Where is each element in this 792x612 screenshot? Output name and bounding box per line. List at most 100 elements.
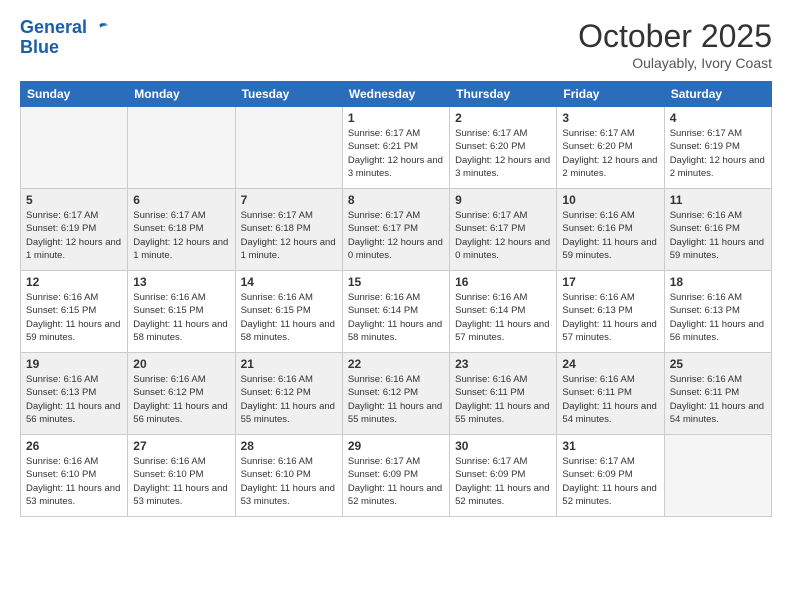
- day-info: Sunrise: 6:17 AM Sunset: 6:21 PM Dayligh…: [348, 127, 444, 180]
- location: Oulayably, Ivory Coast: [578, 55, 772, 71]
- calendar-cell: 28 Sunrise: 6:16 AM Sunset: 6:10 PM Dayli…: [235, 435, 342, 517]
- calendar-cell: 2 Sunrise: 6:17 AM Sunset: 6:20 PM Daylig…: [450, 107, 557, 189]
- calendar-week-row: 1Sunrise: 6:17 AM Sunset: 6:21 PM Daylig…: [21, 107, 772, 189]
- day-info: Sunrise: 6:16 AM Sunset: 6:14 PM Dayligh…: [455, 291, 551, 344]
- day-number: 19: [26, 357, 122, 371]
- day-number: 13: [133, 275, 229, 289]
- day-number: 26: [26, 439, 122, 453]
- page: General Blue October 2025 Oulayably, Ivo…: [0, 0, 792, 612]
- day-number: 22: [348, 357, 444, 371]
- day-number: 28: [241, 439, 337, 453]
- calendar-week-row: 26 Sunrise: 6:16 AM Sunset: 6:10 PM Dayli…: [21, 435, 772, 517]
- calendar-table: Sunday Monday Tuesday Wednesday Thursday…: [20, 81, 772, 517]
- calendar-cell: [128, 107, 235, 189]
- day-number: 3: [562, 111, 658, 125]
- calendar-header-row: Sunday Monday Tuesday Wednesday Thursday…: [21, 82, 772, 107]
- day-info: Sunrise: 6:17 AM Sunset: 6:17 PM Dayligh…: [455, 209, 551, 262]
- day-info: Sunrise: 6:17 AM Sunset: 6:18 PM Dayligh…: [241, 209, 337, 262]
- calendar-cell: [664, 435, 771, 517]
- calendar-cell: 21 Sunrise: 6:16 AM Sunset: 6:12 PM Dayli…: [235, 353, 342, 435]
- day-number: 14: [241, 275, 337, 289]
- day-info: Sunrise: 6:17 AM Sunset: 6:18 PM Dayligh…: [133, 209, 229, 262]
- calendar-cell: 30 Sunrise: 6:17 AM Sunset: 6:09 PM Dayli…: [450, 435, 557, 517]
- day-number: 20: [133, 357, 229, 371]
- day-info: Sunrise: 6:16 AM Sunset: 6:10 PM Dayligh…: [241, 455, 337, 508]
- day-number: 4: [670, 111, 766, 125]
- day-info: Sunrise: 6:17 AM Sunset: 6:09 PM Dayligh…: [562, 455, 658, 508]
- calendar-cell: 4 Sunrise: 6:17 AM Sunset: 6:19 PM Daylig…: [664, 107, 771, 189]
- day-number: 11: [670, 193, 766, 207]
- calendar-cell: 3Sunrise: 6:17 AM Sunset: 6:20 PM Daylig…: [557, 107, 664, 189]
- calendar-cell: 14 Sunrise: 6:16 AM Sunset: 6:15 PM Dayli…: [235, 271, 342, 353]
- logo-bird-icon: [92, 22, 108, 34]
- calendar-cell: 6 Sunrise: 6:17 AM Sunset: 6:18 PM Daylig…: [128, 189, 235, 271]
- calendar-week-row: 5 Sunrise: 6:17 AM Sunset: 6:19 PM Daylig…: [21, 189, 772, 271]
- calendar-cell: 18 Sunrise: 6:16 AM Sunset: 6:13 PM Dayli…: [664, 271, 771, 353]
- day-info: Sunrise: 6:17 AM Sunset: 6:19 PM Dayligh…: [26, 209, 122, 262]
- day-info: Sunrise: 6:16 AM Sunset: 6:12 PM Dayligh…: [241, 373, 337, 426]
- day-number: 7: [241, 193, 337, 207]
- day-info: Sunrise: 6:16 AM Sunset: 6:12 PM Dayligh…: [133, 373, 229, 426]
- day-number: 18: [670, 275, 766, 289]
- day-number: 17: [562, 275, 658, 289]
- day-info: Sunrise: 6:17 AM Sunset: 6:09 PM Dayligh…: [348, 455, 444, 508]
- day-number: 5: [26, 193, 122, 207]
- calendar-cell: 23 Sunrise: 6:16 AM Sunset: 6:11 PM Dayli…: [450, 353, 557, 435]
- day-number: 27: [133, 439, 229, 453]
- calendar-cell: 26 Sunrise: 6:16 AM Sunset: 6:10 PM Dayli…: [21, 435, 128, 517]
- col-monday: Monday: [128, 82, 235, 107]
- header: General Blue October 2025 Oulayably, Ivo…: [20, 18, 772, 71]
- day-info: Sunrise: 6:16 AM Sunset: 6:15 PM Dayligh…: [26, 291, 122, 344]
- day-number: 24: [562, 357, 658, 371]
- day-info: Sunrise: 6:16 AM Sunset: 6:16 PM Dayligh…: [562, 209, 658, 262]
- day-info: Sunrise: 6:16 AM Sunset: 6:11 PM Dayligh…: [670, 373, 766, 426]
- day-info: Sunrise: 6:17 AM Sunset: 6:19 PM Dayligh…: [670, 127, 766, 180]
- calendar-cell: 1Sunrise: 6:17 AM Sunset: 6:21 PM Daylig…: [342, 107, 449, 189]
- day-number: 25: [670, 357, 766, 371]
- calendar-cell: 16Sunrise: 6:16 AM Sunset: 6:14 PM Dayli…: [450, 271, 557, 353]
- day-info: Sunrise: 6:16 AM Sunset: 6:13 PM Dayligh…: [562, 291, 658, 344]
- logo-blue: Blue: [20, 38, 59, 58]
- day-number: 21: [241, 357, 337, 371]
- title-block: October 2025 Oulayably, Ivory Coast: [578, 18, 772, 71]
- col-thursday: Thursday: [450, 82, 557, 107]
- day-number: 2: [455, 111, 551, 125]
- col-sunday: Sunday: [21, 82, 128, 107]
- calendar-cell: 17 Sunrise: 6:16 AM Sunset: 6:13 PM Dayli…: [557, 271, 664, 353]
- day-info: Sunrise: 6:17 AM Sunset: 6:17 PM Dayligh…: [348, 209, 444, 262]
- day-info: Sunrise: 6:16 AM Sunset: 6:12 PM Dayligh…: [348, 373, 444, 426]
- calendar-cell: 12 Sunrise: 6:16 AM Sunset: 6:15 PM Dayli…: [21, 271, 128, 353]
- calendar-cell: 13 Sunrise: 6:16 AM Sunset: 6:15 PM Dayli…: [128, 271, 235, 353]
- day-number: 12: [26, 275, 122, 289]
- calendar-cell: 8 Sunrise: 6:17 AM Sunset: 6:17 PM Daylig…: [342, 189, 449, 271]
- day-info: Sunrise: 6:16 AM Sunset: 6:10 PM Dayligh…: [133, 455, 229, 508]
- day-number: 15: [348, 275, 444, 289]
- calendar-cell: 22 Sunrise: 6:16 AM Sunset: 6:12 PM Dayli…: [342, 353, 449, 435]
- month-title: October 2025: [578, 18, 772, 55]
- day-info: Sunrise: 6:16 AM Sunset: 6:15 PM Dayligh…: [133, 291, 229, 344]
- calendar-cell: 11 Sunrise: 6:16 AM Sunset: 6:16 PM Dayli…: [664, 189, 771, 271]
- day-number: 9: [455, 193, 551, 207]
- day-info: Sunrise: 6:17 AM Sunset: 6:20 PM Dayligh…: [455, 127, 551, 180]
- day-info: Sunrise: 6:16 AM Sunset: 6:15 PM Dayligh…: [241, 291, 337, 344]
- day-number: 23: [455, 357, 551, 371]
- calendar-cell: 9 Sunrise: 6:17 AM Sunset: 6:17 PM Daylig…: [450, 189, 557, 271]
- day-info: Sunrise: 6:16 AM Sunset: 6:13 PM Dayligh…: [26, 373, 122, 426]
- day-info: Sunrise: 6:16 AM Sunset: 6:16 PM Dayligh…: [670, 209, 766, 262]
- day-info: Sunrise: 6:16 AM Sunset: 6:11 PM Dayligh…: [455, 373, 551, 426]
- day-info: Sunrise: 6:17 AM Sunset: 6:09 PM Dayligh…: [455, 455, 551, 508]
- logo: General Blue: [20, 18, 108, 58]
- day-number: 8: [348, 193, 444, 207]
- calendar-cell: 10Sunrise: 6:16 AM Sunset: 6:16 PM Dayli…: [557, 189, 664, 271]
- day-number: 31: [562, 439, 658, 453]
- calendar-cell: 7 Sunrise: 6:17 AM Sunset: 6:18 PM Daylig…: [235, 189, 342, 271]
- calendar-week-row: 12 Sunrise: 6:16 AM Sunset: 6:15 PM Dayli…: [21, 271, 772, 353]
- day-info: Sunrise: 6:16 AM Sunset: 6:10 PM Dayligh…: [26, 455, 122, 508]
- calendar-cell: 5 Sunrise: 6:17 AM Sunset: 6:19 PM Daylig…: [21, 189, 128, 271]
- col-saturday: Saturday: [664, 82, 771, 107]
- day-info: Sunrise: 6:16 AM Sunset: 6:13 PM Dayligh…: [670, 291, 766, 344]
- day-number: 6: [133, 193, 229, 207]
- calendar-cell: [21, 107, 128, 189]
- day-number: 30: [455, 439, 551, 453]
- calendar-cell: 19 Sunrise: 6:16 AM Sunset: 6:13 PM Dayli…: [21, 353, 128, 435]
